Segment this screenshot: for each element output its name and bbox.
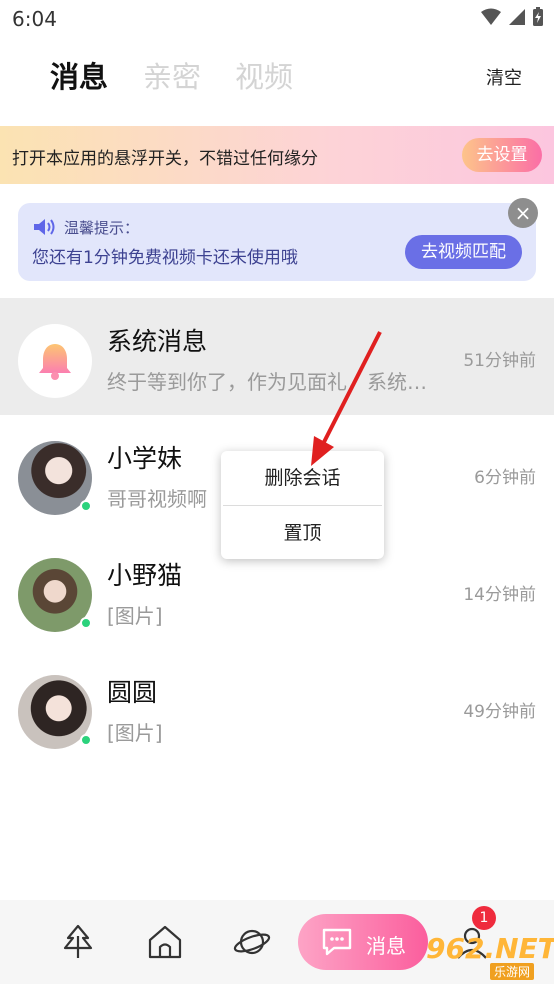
unread-badge: 1 <box>472 906 496 930</box>
message-icon <box>322 928 352 956</box>
watermark-text: 962.NET <box>426 932 554 965</box>
status-bar: 6:04 <box>0 0 554 38</box>
tip-close-icon[interactable]: × <box>508 198 538 228</box>
tab-video[interactable]: 视频 <box>235 54 293 96</box>
clear-button[interactable]: 清空 <box>486 64 522 90</box>
float-banner-text: 打开本应用的悬浮开关，不错过任何缘分 <box>12 149 318 169</box>
online-indicator <box>80 617 92 629</box>
tip-text: 您还有1分钟免费视频卡还未使用哦 <box>32 248 298 268</box>
online-indicator <box>80 500 92 512</box>
pin-to-top-menu-item[interactable]: 置顶 <box>221 506 384 560</box>
conversation-item[interactable]: 圆圆 [图片] 49分钟前 <box>0 649 554 766</box>
header: 消息 亲密 视频 清空 <box>0 44 554 104</box>
conversation-time: 14分钟前 <box>463 585 536 605</box>
online-indicator <box>80 734 92 746</box>
conversation-preview: [图片] <box>107 721 163 745</box>
status-icons <box>480 7 544 27</box>
float-permission-banner: 打开本应用的悬浮开关，不错过任何缘分 去设置 <box>0 126 554 184</box>
avatar <box>18 324 92 398</box>
conversation-time: 51分钟前 <box>463 351 536 371</box>
conversation-name: 圆圆 <box>107 678 158 707</box>
tab-messages[interactable]: 消息 <box>50 54 108 96</box>
conversation-item-system[interactable]: 系统消息 终于等到你了，作为见面礼，系统… 51分钟前 <box>0 298 554 415</box>
conversation-preview: 终于等到你了，作为见面礼，系统… <box>107 370 427 394</box>
go-settings-button[interactable]: 去设置 <box>462 138 542 172</box>
tab-intimate[interactable]: 亲密 <box>143 54 201 96</box>
home-icon[interactable] <box>145 922 185 962</box>
status-time: 6:04 <box>12 7 57 31</box>
bell-icon <box>39 344 71 380</box>
watermark-logo: 962.NET 乐游网 <box>418 930 554 980</box>
conversation-preview: 哥哥视频啊 <box>107 487 207 511</box>
signal-icon <box>509 9 525 25</box>
tip-card: 温馨提示： 您还有1分钟免费视频卡还未使用哦 去视频匹配 <box>18 203 536 281</box>
nav-messages-active[interactable]: 消息 <box>298 914 428 970</box>
tree-icon[interactable] <box>58 922 98 962</box>
screen: 6:04 消息 亲密 视频 清空 打开本应用的悬浮开关，不错过任何缘分 去设置 … <box>0 0 554 984</box>
wifi-icon <box>481 8 501 25</box>
go-video-match-button[interactable]: 去视频匹配 <box>405 235 522 269</box>
conversation-name: 系统消息 <box>107 327 208 356</box>
battery-icon <box>533 7 543 26</box>
nav-active-label: 消息 <box>366 934 406 958</box>
delete-conversation-menu-item[interactable]: 删除会话 <box>221 451 384 505</box>
watermark-subtext: 乐游网 <box>490 963 535 980</box>
planet-icon[interactable] <box>232 922 272 962</box>
conversation-name: 小野猫 <box>107 561 183 590</box>
context-menu: 删除会话 置顶 <box>221 451 384 559</box>
conversation-time: 6分钟前 <box>474 468 536 488</box>
speaker-icon <box>34 219 55 235</box>
conversation-name: 小学妹 <box>107 444 183 473</box>
tip-title: 温馨提示： <box>64 219 140 237</box>
conversation-time: 49分钟前 <box>463 702 536 722</box>
conversation-preview: [图片] <box>107 604 163 628</box>
